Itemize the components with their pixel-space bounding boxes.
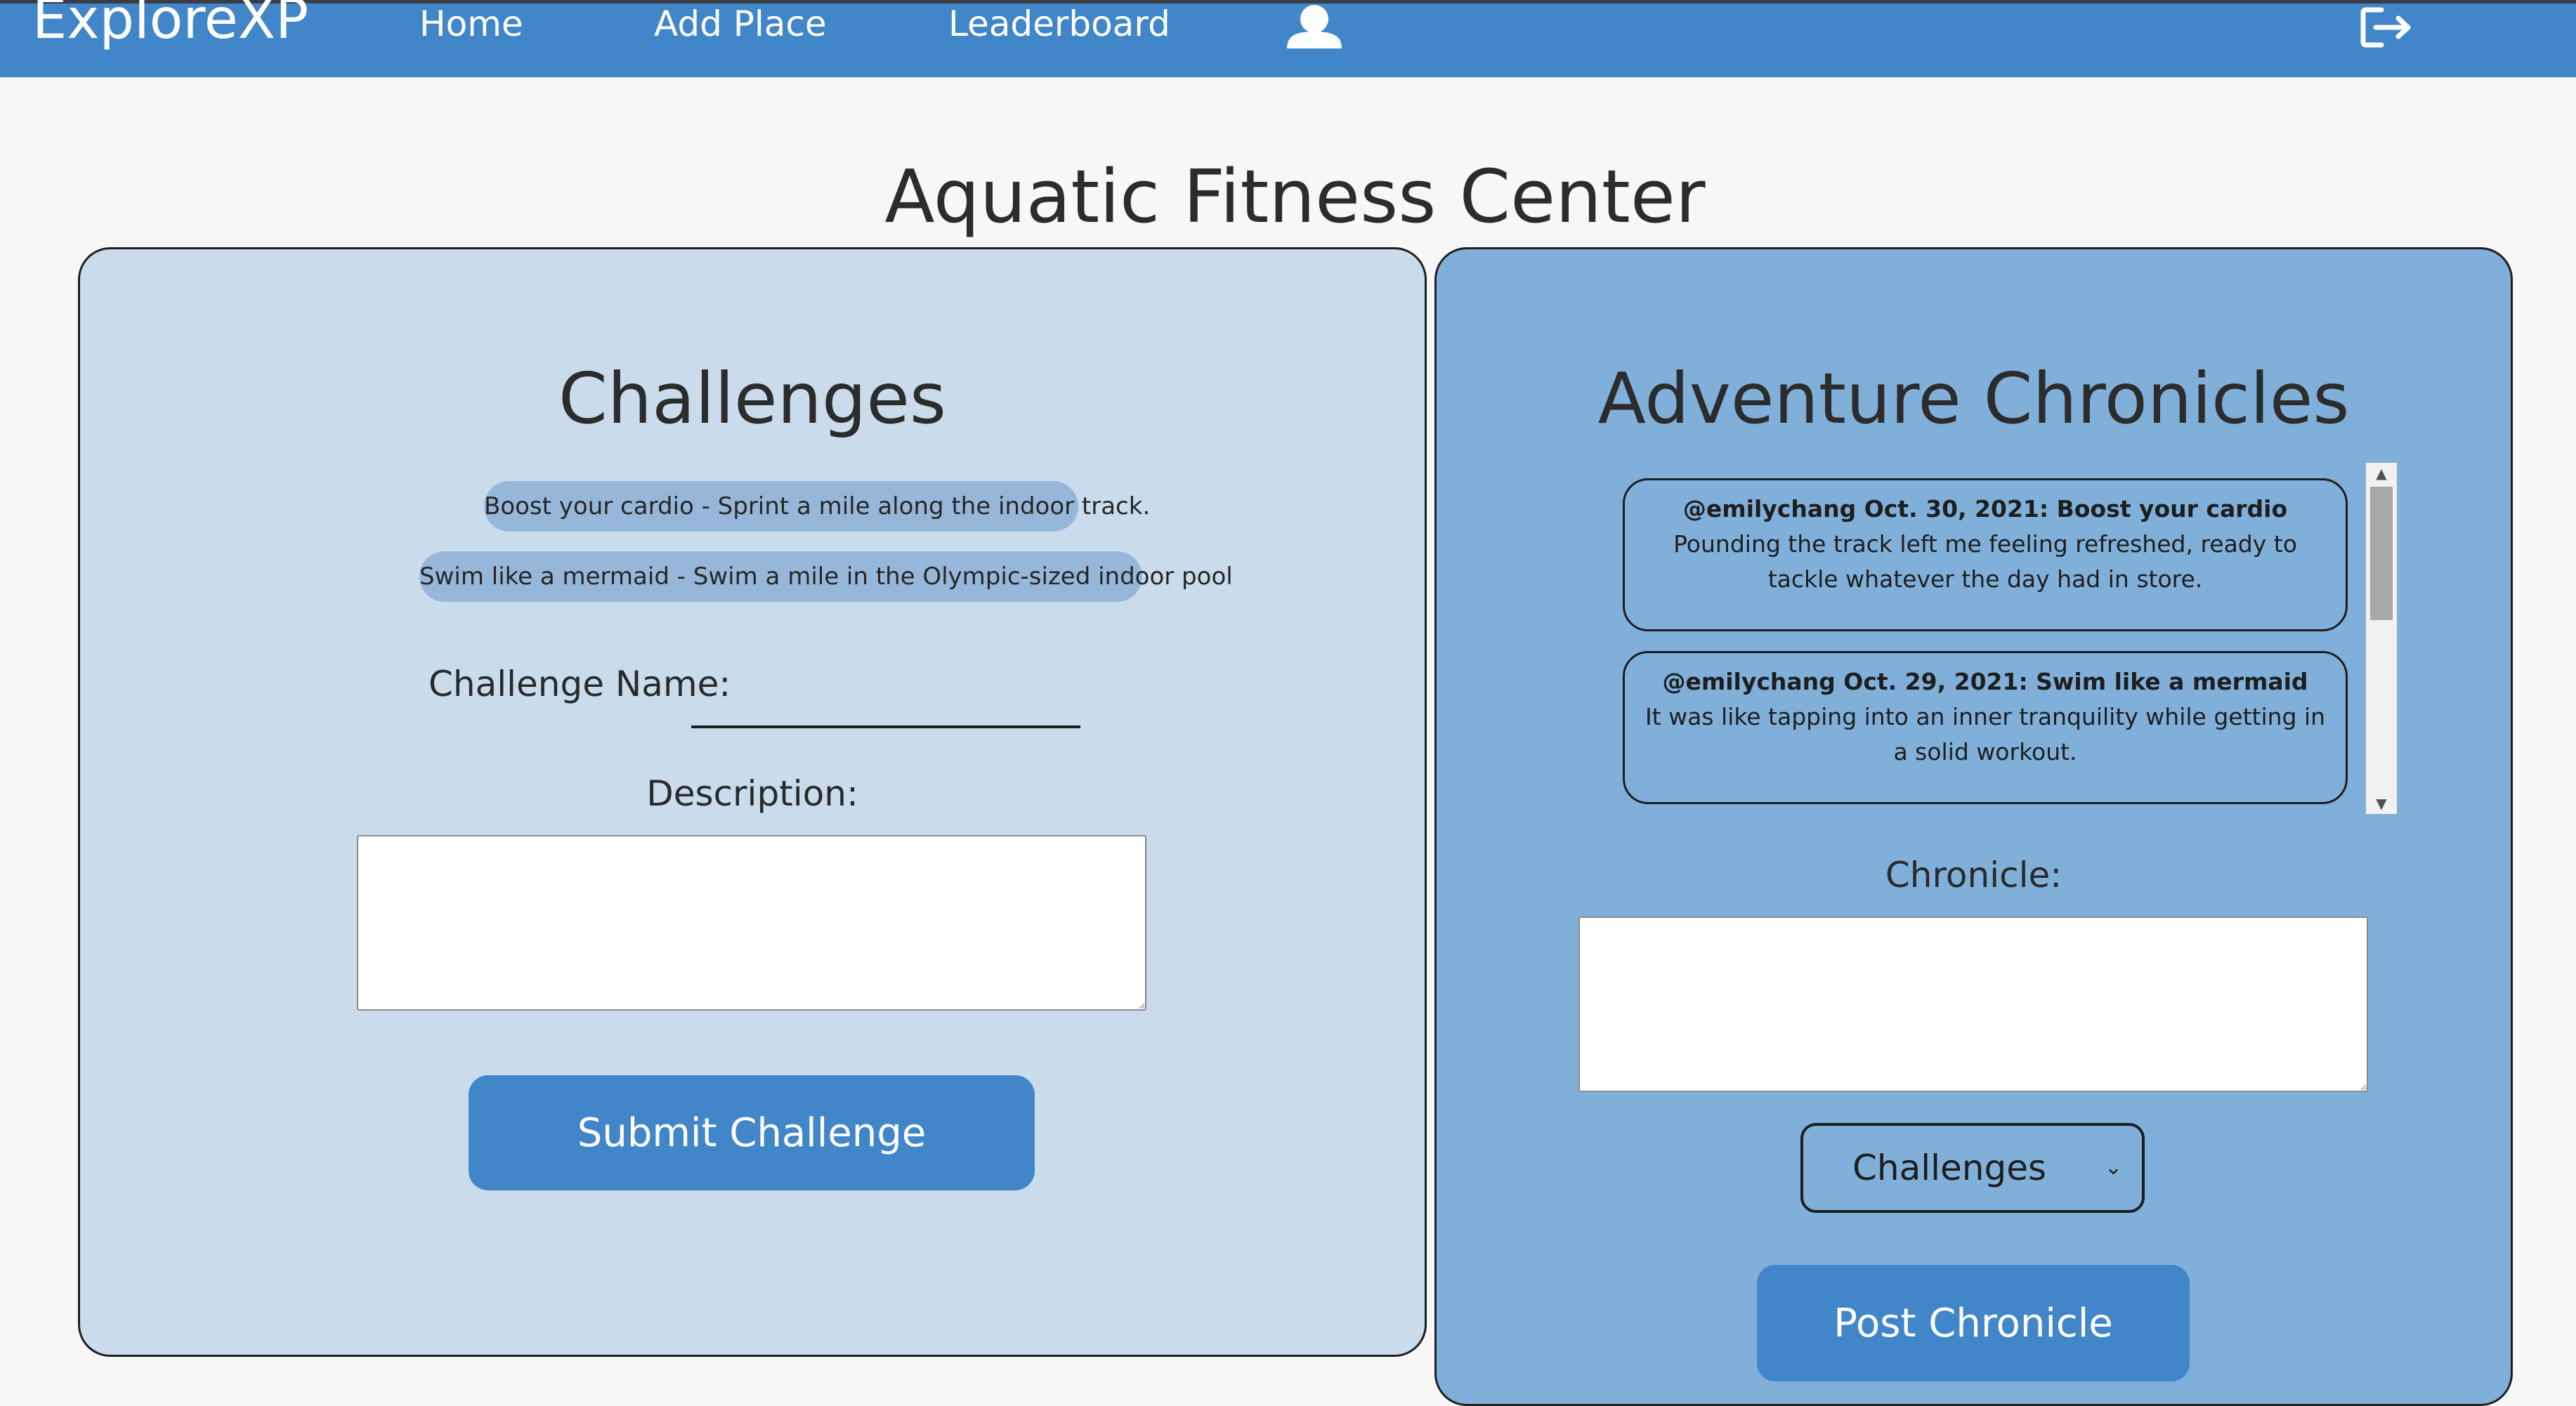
chronicle-textarea[interactable]	[1578, 916, 2368, 1092]
challenges-panel: Challenges Boost your cardio - Sprint a …	[78, 247, 1427, 1357]
chronicle-list[interactable]: @emilychang Oct. 30, 2021: Boost your ca…	[1623, 478, 2366, 829]
chronicle-scrollbar[interactable]: ▲ ▼	[2366, 463, 2397, 814]
challenge-item[interactable]: Boost your cardio - Sprint a mile along …	[484, 481, 1150, 532]
user-icon[interactable]	[1284, 4, 1345, 48]
description-label: Description:	[646, 773, 858, 814]
challenge-name-input[interactable]	[691, 692, 1080, 728]
chronicle-title: @emilychang Oct. 29, 2021: Swim like a m…	[1662, 668, 2308, 695]
brand-logo[interactable]: ExploreXP	[32, 0, 308, 51]
chronicle-body: Pounding the track left me feeling refre…	[1673, 530, 2297, 593]
chronicles-panel: Adventure Chronicles @emilychang Oct. 30…	[1434, 247, 2513, 1406]
nav-link-leaderboard[interactable]: Leaderboard	[948, 4, 1170, 44]
chronicle-body: It was like tapping into an inner tranqu…	[1645, 703, 2326, 766]
logout-icon[interactable]	[2360, 7, 2414, 48]
challenges-heading: Challenges	[558, 357, 947, 440]
scroll-down-arrow-icon[interactable]: ▼	[2366, 793, 2397, 814]
submit-challenge-button[interactable]: Submit Challenge	[469, 1075, 1035, 1190]
chronicle-card: @emilychang Oct. 30, 2021: Boost your ca…	[1623, 478, 2348, 631]
chevron-down-icon: ⌄	[2104, 1155, 2122, 1180]
chronicle-label: Chronicle:	[1885, 855, 2062, 895]
chronicle-card: @emilychang Oct. 29, 2021: Swim like a m…	[1623, 651, 2348, 804]
chronicle-title: @emilychang Oct. 30, 2021: Boost your ca…	[1682, 495, 2288, 523]
scrollbar-thumb[interactable]	[2370, 487, 2393, 620]
challenge-item[interactable]: Swim like a mermaid - Swim a mile in the…	[419, 551, 1233, 602]
page-title: Aquatic Fitness Center	[884, 154, 1706, 239]
post-chronicle-button[interactable]: Post Chronicle	[1757, 1265, 2190, 1381]
top-navbar: ExploreXP Home Add Place Leaderboard	[0, 0, 2576, 77]
challenge-select-value: Challenges	[1852, 1148, 2047, 1188]
challenge-select[interactable]: Challenges ⌄	[1800, 1123, 2145, 1213]
nav-link-add-place[interactable]: Add Place	[654, 4, 827, 44]
nav-link-home[interactable]: Home	[419, 4, 523, 44]
description-textarea[interactable]	[357, 835, 1146, 1011]
chronicles-heading: Adventure Chronicles	[1597, 357, 2350, 440]
scroll-up-arrow-icon[interactable]: ▲	[2366, 463, 2397, 484]
challenge-name-label: Challenge Name:	[429, 664, 731, 704]
